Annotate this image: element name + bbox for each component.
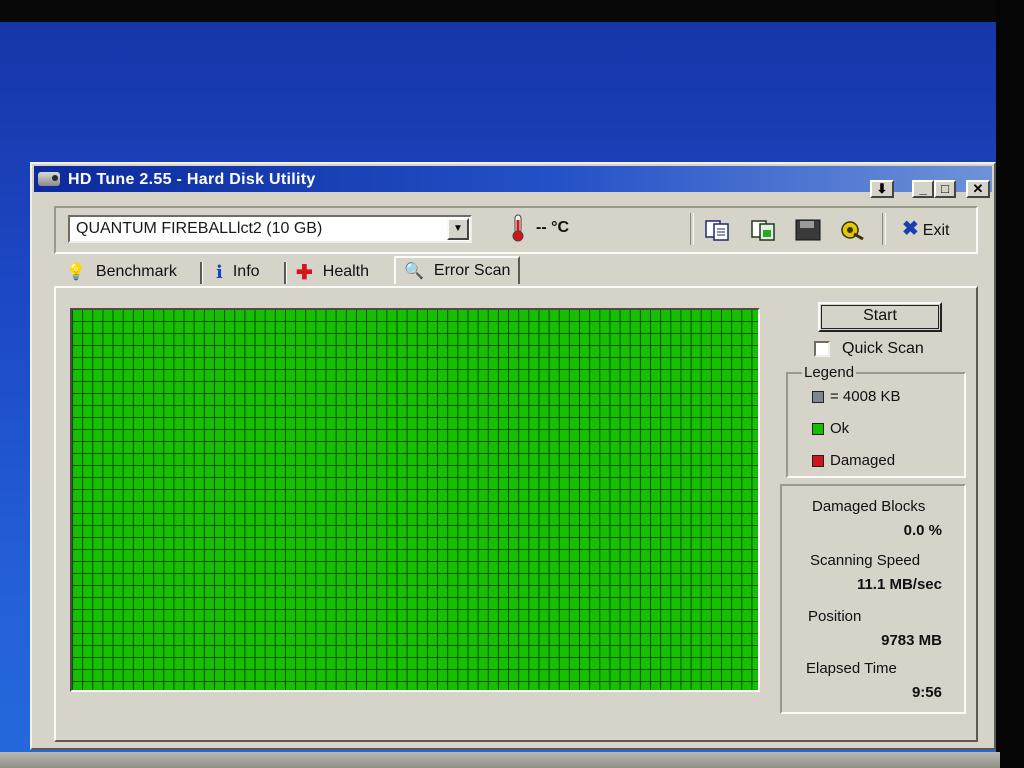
hard-disk-icon <box>38 172 60 186</box>
elapsed-time-value: 9:56 <box>911 684 942 701</box>
tab-label: Benchmark <box>95 263 177 280</box>
damaged-blocks-label: Damaged Blocks <box>812 498 926 515</box>
error-scan-panel: Start Quick Scan Legend = 4008 KB Ok Dam… <box>54 286 978 742</box>
legend-block-size: = 4008 KB <box>812 388 900 405</box>
scan-statistics: Damaged Blocks 0.0 % Scanning Speed 11.1… <box>780 484 966 714</box>
copy-text-icon[interactable] <box>704 218 732 242</box>
health-cross-icon: ✚ <box>296 261 313 284</box>
monitor-bezel-right <box>996 0 1024 768</box>
exit-button[interactable]: ✖ Exit <box>902 216 949 241</box>
temperature-readout: -- °C <box>536 219 570 236</box>
tab-strip: 💡 Benchmark i Info ✚ Health 🔍 Error Scan <box>58 256 678 286</box>
thermometer-icon <box>512 214 524 242</box>
bulb-icon: 💡 <box>66 264 86 281</box>
quick-scan-label: Quick Scan <box>842 340 924 357</box>
exit-label: Exit <box>922 222 950 239</box>
save-icon[interactable] <box>794 218 822 242</box>
pin-button[interactable]: ⬇ <box>870 180 894 198</box>
window-title: HD Tune 2.55 - Hard Disk Utility <box>68 171 316 188</box>
toolbar-separator <box>690 213 694 245</box>
legend-group: Legend = 4008 KB Ok Damaged <box>786 364 966 478</box>
magnifier-icon: 🔍 <box>404 263 424 280</box>
taskbar <box>0 752 1000 768</box>
tab-label: Health <box>322 263 370 280</box>
legend-ok: Ok <box>812 420 849 437</box>
toolbar-separator <box>882 213 886 245</box>
damaged-swatch-icon <box>812 454 824 467</box>
options-icon[interactable] <box>838 218 866 242</box>
block-swatch-icon <box>812 390 824 403</box>
close-icon: ✖ <box>902 218 919 240</box>
tab-separator <box>200 262 203 284</box>
start-button[interactable]: Start <box>818 302 942 332</box>
damaged-blocks-value: 0.0 % <box>903 522 942 539</box>
tab-info[interactable]: i Info <box>216 260 260 284</box>
tab-health[interactable]: ✚ Health <box>296 260 369 284</box>
legend-damaged-label: Damaged <box>830 452 896 469</box>
close-button[interactable]: ✕ <box>966 180 990 198</box>
scanning-speed-value: 11.1 MB/sec <box>856 576 942 593</box>
quick-scan-checkbox[interactable]: Quick Scan <box>814 340 924 358</box>
ok-swatch-icon <box>812 422 824 435</box>
legend-block-size-label: = 4008 KB <box>830 388 901 405</box>
toolbar: QUANTUM FIREBALLlct2 (10 GB) ▼ -- °C ✖ E… <box>54 206 978 254</box>
tab-benchmark[interactable]: 💡 Benchmark <box>66 260 177 284</box>
legend-title: Legend <box>802 364 857 381</box>
position-label: Position <box>808 608 862 625</box>
elapsed-time-label: Elapsed Time <box>806 660 897 677</box>
chevron-down-icon[interactable]: ▼ <box>447 218 469 240</box>
info-icon: i <box>216 261 223 283</box>
copy-screenshot-icon[interactable] <box>750 218 778 242</box>
title-bar[interactable]: HD Tune 2.55 - Hard Disk Utility <box>34 166 992 192</box>
tab-separator <box>284 262 287 284</box>
maximize-button[interactable]: □ <box>934 180 956 198</box>
legend-damaged: Damaged <box>812 452 895 469</box>
scanning-speed-label: Scanning Speed <box>810 552 921 569</box>
minimize-button[interactable]: _ <box>912 180 934 198</box>
position-value: 9783 MB <box>881 632 942 649</box>
tab-label: Info <box>232 263 260 280</box>
checkbox-icon[interactable] <box>814 341 830 357</box>
hd-tune-window: HD Tune 2.55 - Hard Disk Utility ⬇ _ □ ✕… <box>30 162 996 750</box>
tab-label: Error Scan <box>433 262 511 279</box>
drive-select[interactable]: QUANTUM FIREBALLlct2 (10 GB) ▼ <box>68 215 472 243</box>
scan-block-grid <box>70 308 760 692</box>
drive-select-value: QUANTUM FIREBALLlct2 (10 GB) <box>76 220 323 237</box>
legend-ok-label: Ok <box>830 420 850 437</box>
monitor-bezel-top <box>0 0 1024 24</box>
tab-error-scan[interactable]: 🔍 Error Scan <box>394 256 521 284</box>
